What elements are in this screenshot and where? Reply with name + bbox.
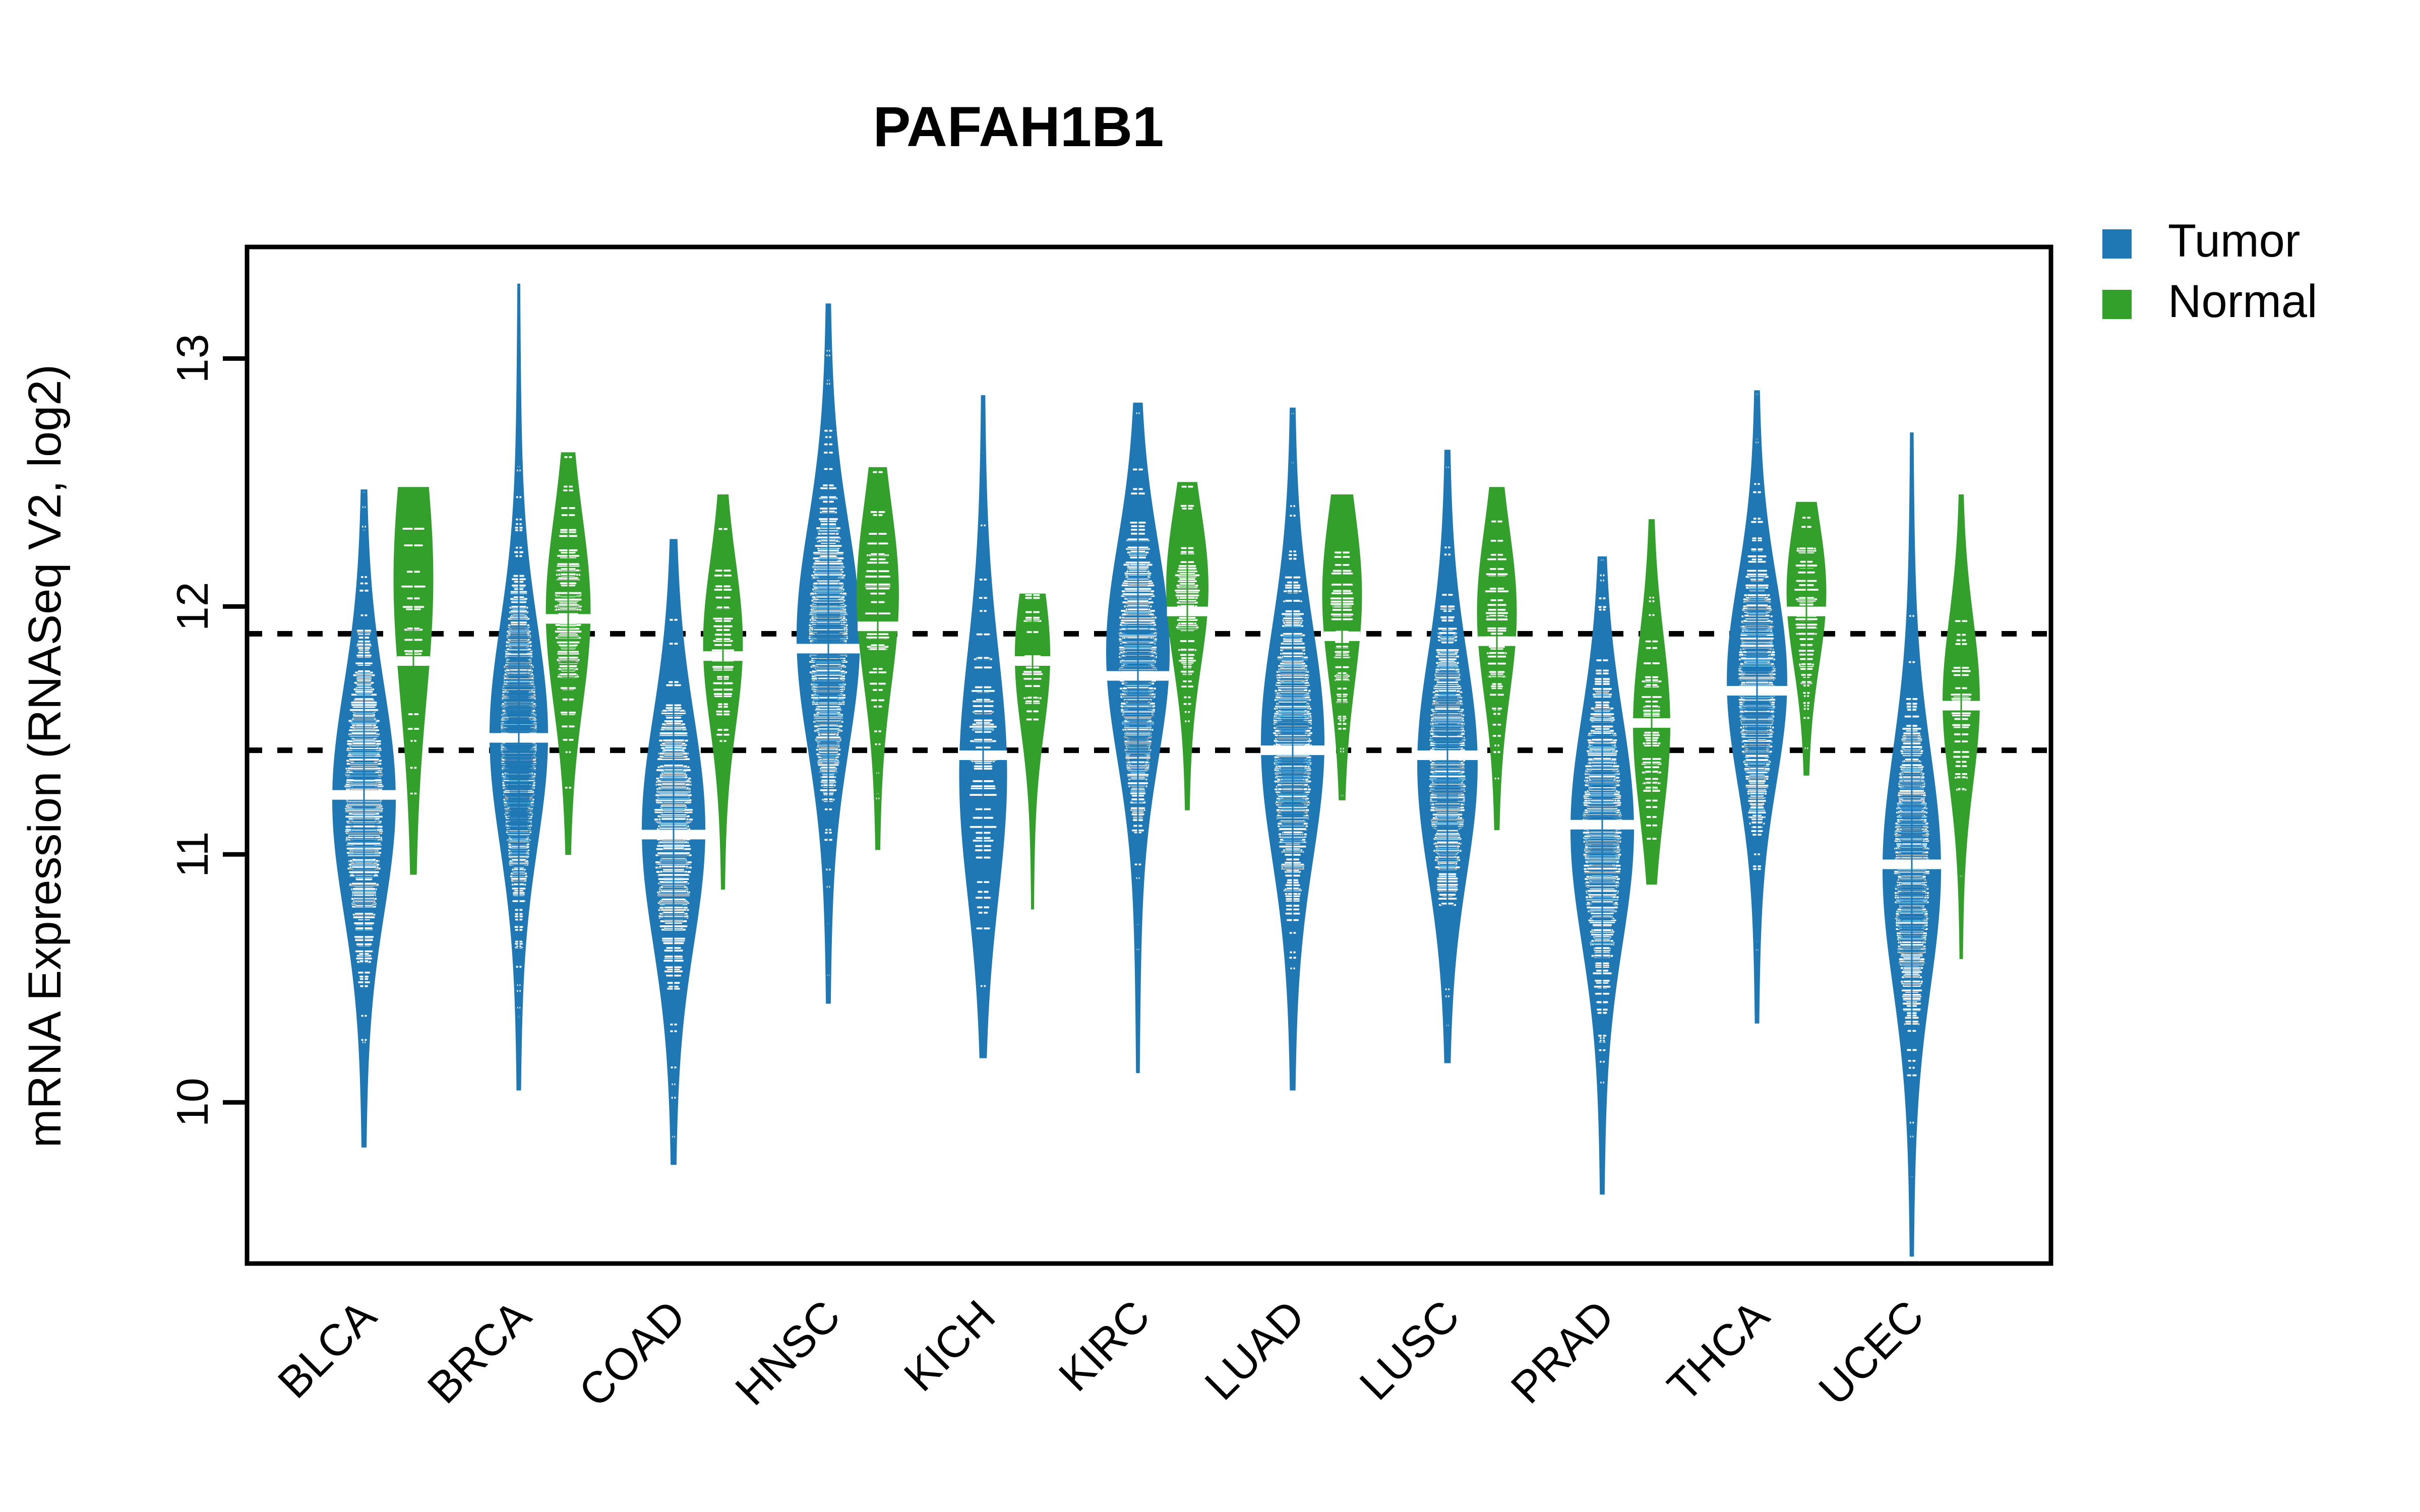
y-axis-tick-label: 10: [167, 1078, 217, 1127]
figure-root: PAFAH1B1 mRNA Expression (RNASeq V2, log…: [0, 0, 2420, 1512]
y-axis-tick-label: 13: [167, 334, 217, 383]
y-axis-tick-label: 12: [167, 582, 217, 631]
violin-plot-chart: PAFAH1B1 mRNA Expression (RNASeq V2, log…: [0, 0, 2420, 1512]
page-title: PAFAH1B1: [873, 95, 1164, 158]
y-axis-title: mRNA Expression (RNASeq V2, log2): [19, 364, 71, 1148]
y-axis-tick-label: 11: [167, 832, 217, 877]
